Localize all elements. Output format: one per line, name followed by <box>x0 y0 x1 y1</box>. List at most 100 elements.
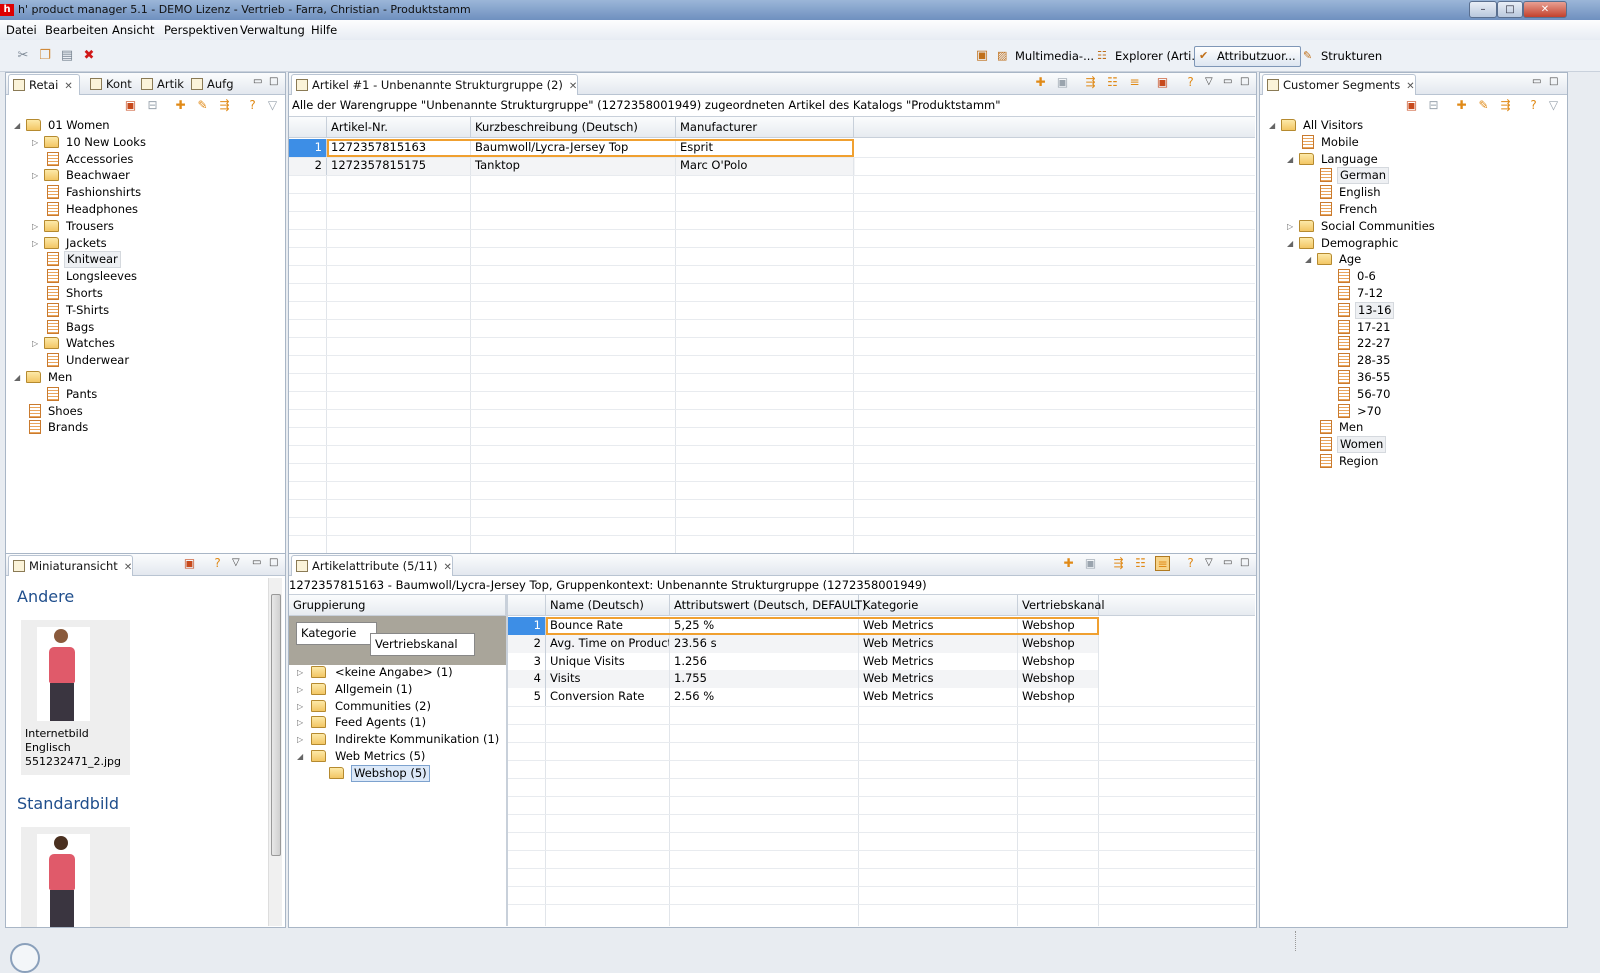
table-row[interactable]: 2 1272357815175 Tanktop Marc O'Polo <box>289 157 855 175</box>
tab-articles[interactable]: Artikel #1 - Unbenannte Strukturgruppe (… <box>291 74 579 95</box>
tab-aufg[interactable]: Aufg <box>187 74 234 95</box>
collapse-icon[interactable]: ▣ <box>123 98 138 113</box>
close-icon[interactable]: ✕ <box>443 562 451 573</box>
table-cell[interactable]: Marc O'Polo <box>676 157 854 175</box>
tree-item-22-27[interactable]: 22-27 <box>1260 335 1567 352</box>
view-menu-icon[interactable]: ▽ <box>1205 557 1213 568</box>
table-cell[interactable]: Webshop <box>1018 688 1099 707</box>
table-cell[interactable]: Baumwoll/Lycra-Jersey Top <box>471 139 676 157</box>
expanded-arrow-icon[interactable]: ◢ <box>14 369 22 386</box>
group-chip-kategorie[interactable]: Kategorie <box>296 622 378 645</box>
close-icon[interactable]: ✕ <box>1406 81 1414 92</box>
maximize-panel-icon[interactable]: □ <box>269 76 278 87</box>
expanded-arrow-icon[interactable]: ◢ <box>1287 151 1295 168</box>
tree-item-10-new-looks[interactable]: ▷ 10 New Looks <box>6 134 285 151</box>
collapsed-arrow-icon[interactable]: ▷ <box>32 167 40 184</box>
tree-item-shoes[interactable]: Shoes <box>6 403 285 420</box>
collapsed-arrow-icon[interactable]: ▷ <box>297 731 305 748</box>
perspective-strukturen[interactable]: ✎ Strukturen <box>1298 46 1387 67</box>
tree-item-accessories[interactable]: Accessories <box>6 151 285 168</box>
tree-item-men[interactable]: Men <box>1260 419 1567 436</box>
table-row[interactable]: 1 Bounce Rate 5,25 % Web Metrics Webshop <box>508 617 1099 635</box>
column-header-attributswert[interactable]: Attributswert (Deutsch, DEFAULT) <box>670 595 867 616</box>
table-cell[interactable]: Web Metrics <box>859 634 1018 653</box>
table-cell[interactable]: Webshop <box>1018 617 1099 635</box>
link-icon[interactable]: ⇶ <box>217 98 232 113</box>
menu-perspektiven[interactable]: Perspektiven <box>164 23 238 37</box>
collapsed-arrow-icon[interactable]: ▷ <box>32 335 40 352</box>
tree-item-women[interactable]: Women <box>1260 436 1567 454</box>
collapsed-arrow-icon[interactable]: ▷ <box>297 664 305 681</box>
tab-artik[interactable]: Artik <box>137 74 184 95</box>
collapsed-arrow-icon[interactable]: ▷ <box>1287 218 1295 235</box>
edit-icon[interactable]: ✎ <box>1476 98 1491 113</box>
group-item-communities-2[interactable]: ▷ Communities (2) <box>289 698 506 715</box>
tree-item-knitwear[interactable]: Knitwear <box>6 251 285 269</box>
tree-item-t-shirts[interactable]: T-Shirts <box>6 302 285 319</box>
table-cell[interactable]: 1272357815163 <box>327 139 471 157</box>
table-cell[interactable]: Bounce Rate <box>546 617 670 635</box>
group-item-webshop-5[interactable]: Webshop (5) <box>289 764 506 782</box>
tree-item-17-21[interactable]: 17-21 <box>1260 319 1567 336</box>
tree-item-social-communities[interactable]: ▷ Social Communities <box>1260 218 1567 235</box>
tree-item-watches[interactable]: ▷ Watches <box>6 335 285 352</box>
column-header-name[interactable]: Name (Deutsch) <box>546 595 670 616</box>
table-cell[interactable]: Conversion Rate <box>546 688 670 707</box>
group-chip-vertriebskanal[interactable]: Vertriebskanal <box>370 633 475 656</box>
lock-icon[interactable]: ▣ <box>182 556 197 571</box>
close-icon[interactable]: ✕ <box>569 81 577 92</box>
minimize-panel-icon[interactable]: ▭ <box>252 557 261 568</box>
tree-item-beachwaer[interactable]: ▷ Beachwaer <box>6 167 285 184</box>
collapsed-arrow-icon[interactable]: ▷ <box>297 681 305 698</box>
tree-item-english[interactable]: English <box>1260 184 1567 201</box>
fast-view-icon[interactable] <box>10 943 40 973</box>
edit-icon[interactable]: ✎ <box>195 98 210 113</box>
cut-icon[interactable]: ✂ <box>15 48 31 64</box>
tree-item-french[interactable]: French <box>1260 201 1567 218</box>
table-cell[interactable]: Avg. Time on Product <box>546 634 670 653</box>
tree-item-7-12[interactable]: 7-12 <box>1260 285 1567 302</box>
tree-item-mobile[interactable]: Mobile <box>1260 134 1567 151</box>
table-cell[interactable]: Web Metrics <box>859 688 1018 707</box>
thumbnail-internetbild[interactable]: Internetbild Englisch 551232471_2.jpg <box>21 620 130 775</box>
expanded-arrow-icon[interactable]: ◢ <box>1269 117 1277 134</box>
view-menu-icon[interactable]: ▽ <box>232 557 240 568</box>
minimize-panel-icon[interactable]: ▭ <box>253 76 262 87</box>
scrollbar-thumb[interactable] <box>271 594 281 856</box>
expanded-arrow-icon[interactable]: ◢ <box>14 117 22 134</box>
tree-item-german[interactable]: German <box>1260 167 1567 185</box>
menu-ansicht[interactable]: Ansicht <box>112 23 154 37</box>
lock-icon[interactable]: ▣ <box>1155 75 1170 90</box>
tree-item-bags[interactable]: Bags <box>6 319 285 336</box>
menu-bearbeiten[interactable]: Bearbeiten <box>45 23 108 37</box>
tree-item-headphones[interactable]: Headphones <box>6 201 285 218</box>
minimize-panel-icon[interactable]: ▭ <box>1223 557 1232 568</box>
add-icon[interactable]: ✚ <box>1033 75 1048 90</box>
tree-item-36-55[interactable]: 36-55 <box>1260 369 1567 386</box>
table-row[interactable]: 1 1272357815163 Baumwoll/Lycra-Jersey Top E… <box>289 139 855 157</box>
table-cell[interactable]: Web Metrics <box>859 617 1018 635</box>
collapsed-arrow-icon[interactable]: ▷ <box>32 235 40 252</box>
column-header-artikel-nr[interactable]: Artikel-Nr. <box>327 117 471 138</box>
link-icon[interactable]: ⇶ <box>1083 75 1098 90</box>
paste-icon[interactable]: ▤ <box>59 48 75 64</box>
perspective-explorer[interactable]: ☷ Explorer (Arti... <box>1092 46 1207 67</box>
tree-item-shorts[interactable]: Shorts <box>6 285 285 302</box>
tree-item-pants[interactable]: Pants <box>6 386 285 403</box>
menu-hilfe[interactable]: Hilfe <box>311 23 337 37</box>
expand-icon[interactable]: ⊟ <box>1426 98 1441 113</box>
table-cell[interactable]: 5,25 % <box>670 617 859 635</box>
close-icon[interactable]: ✕ <box>64 81 72 92</box>
tab-retail[interactable]: Retai ✕ <box>8 74 80 95</box>
column-header-vertriebskanal[interactable]: Vertriebskanal <box>1018 595 1105 616</box>
table-cell[interactable]: 23.56 s <box>670 634 859 653</box>
table-cell[interactable]: 1.755 <box>670 670 859 689</box>
help-icon[interactable]: ? <box>210 556 225 571</box>
group-item-indirekte-kommunikation-1[interactable]: ▷ Indirekte Kommunikation (1) <box>289 731 506 748</box>
collapse-icon[interactable]: ▣ <box>1404 98 1419 113</box>
table-cell[interactable]: Unique Visits <box>546 652 670 671</box>
maximize-button[interactable]: □ <box>1497 1 1523 18</box>
view-menu-icon[interactable]: ▽ <box>1205 76 1213 87</box>
table-row[interactable]: 2 Avg. Time on Product 23.56 s Web Metrics W… <box>508 634 1099 653</box>
table-cell[interactable]: Web Metrics <box>859 652 1018 671</box>
